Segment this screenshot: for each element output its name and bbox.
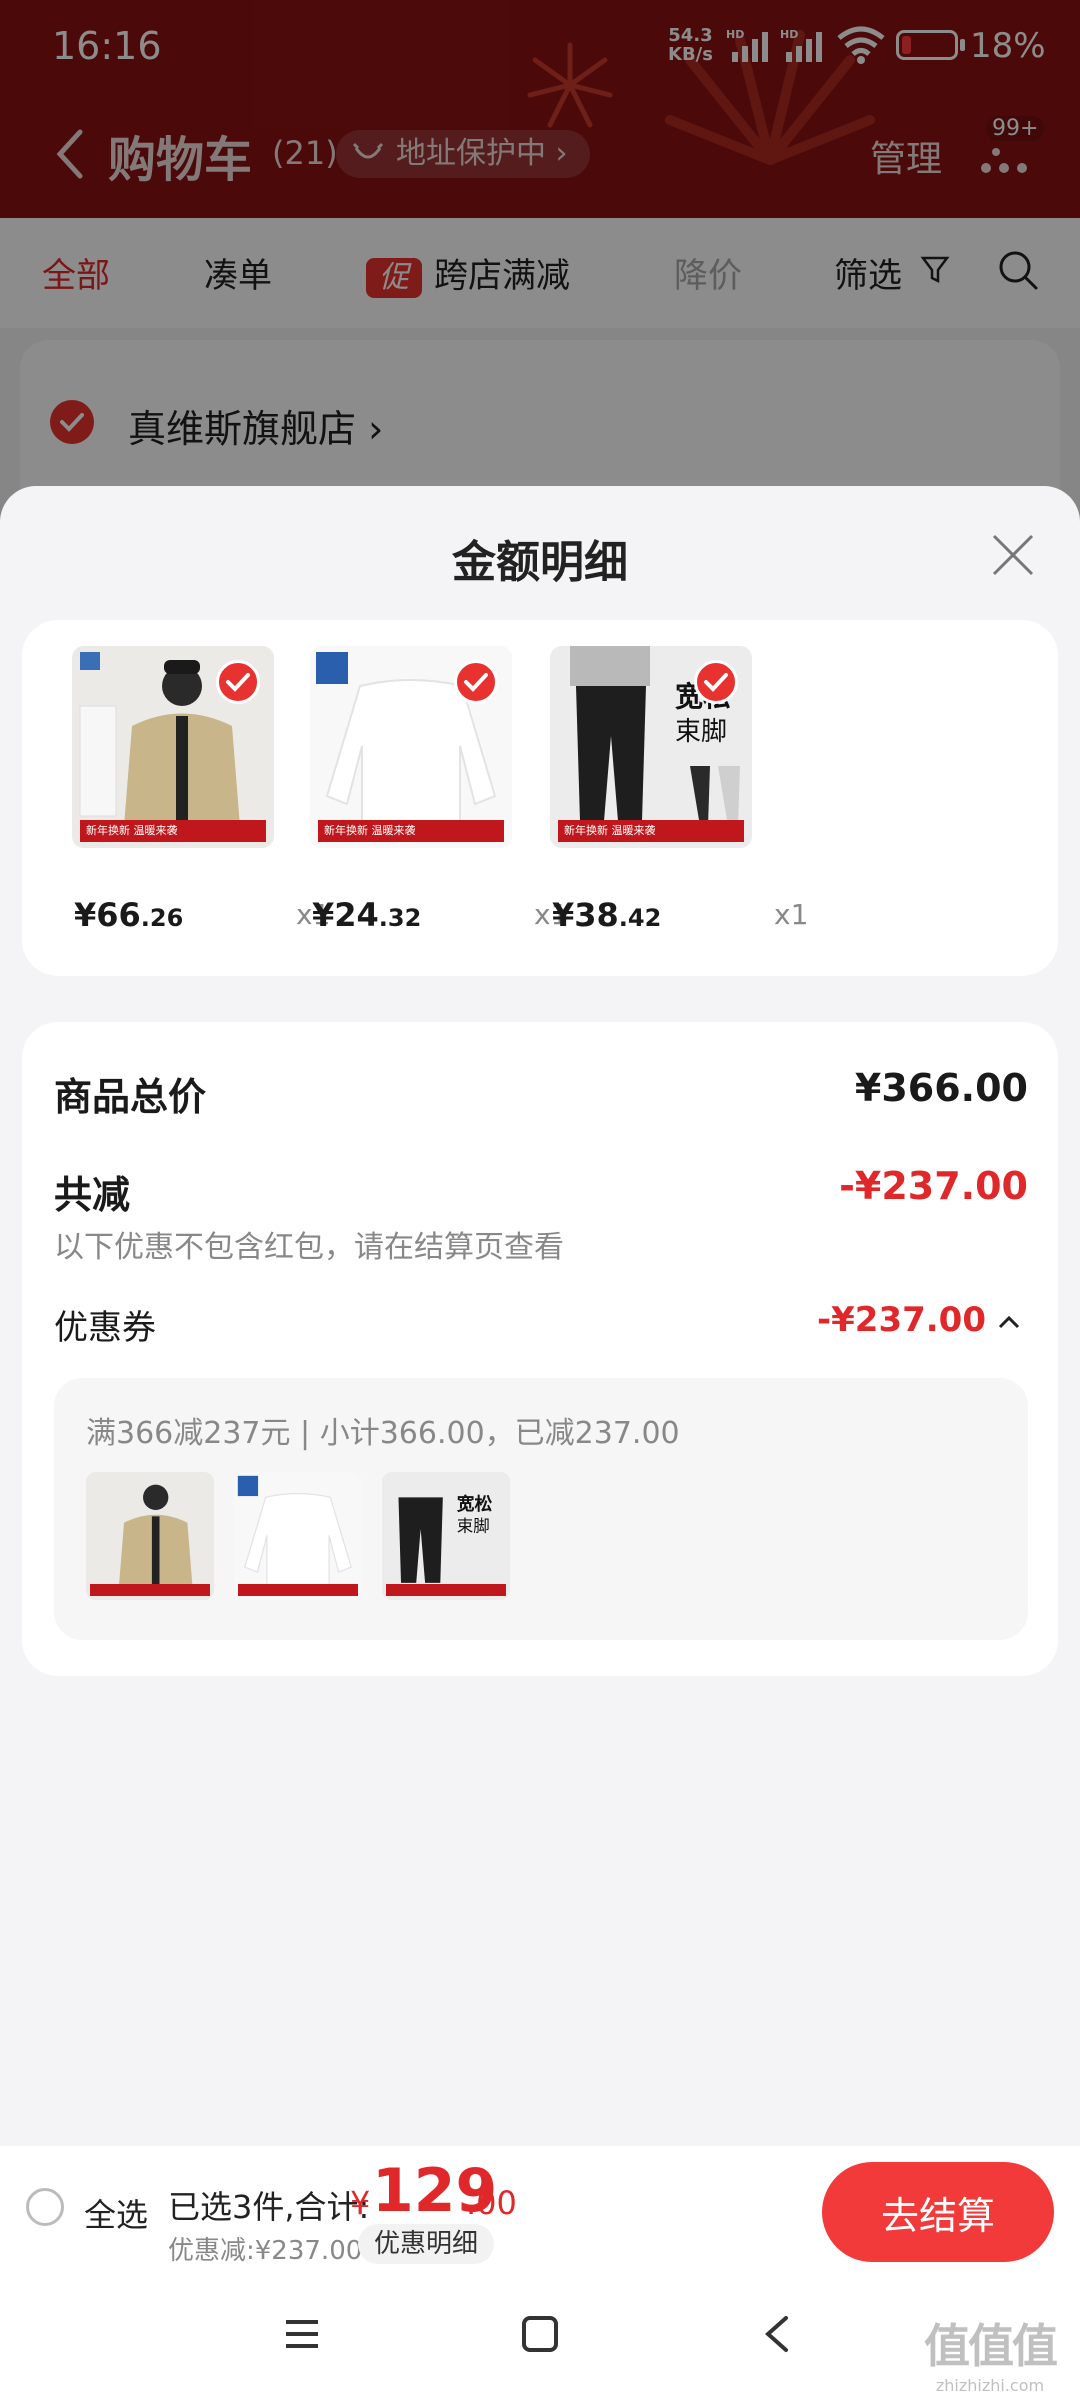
price-int: ¥24: [312, 896, 379, 934]
coupon-product-thumb: [86, 1472, 214, 1600]
product-check-icon[interactable]: [454, 660, 498, 704]
product-price: ¥24.32: [312, 896, 421, 934]
total-amount-decimal: .00: [466, 2184, 517, 2222]
product-image-jacket: 新年换新 温暖来袭: [72, 646, 274, 848]
thumb-banner: [238, 1584, 358, 1596]
total-price-value: ¥366.00: [854, 1066, 1028, 1110]
price-dec: .42: [618, 904, 662, 932]
chevron-up-icon[interactable]: [996, 1312, 1022, 1332]
total-reduce-value: -¥237.00: [839, 1164, 1028, 1208]
coupon-value[interactable]: -¥237.00: [817, 1300, 986, 1340]
checkout-button[interactable]: 去结算: [822, 2162, 1054, 2262]
total-currency: ¥: [350, 2184, 371, 2222]
pants-image-text: 宽松: [456, 1493, 493, 1515]
reduce-note: 以下优惠不包含红包，请在结算页查看: [54, 1230, 564, 1265]
product-item[interactable]: 新年换新 温暖来袭 ¥66.26 x1: [72, 646, 330, 934]
product-item[interactable]: 宽松 束脚 新年换新 温暖来袭 ¥38.42 x1: [550, 646, 808, 934]
price-dec: .26: [140, 904, 184, 932]
coupon-detail-box: 满366减237元 | 小计366.00，已减237.00 宽松 束脚: [54, 1378, 1028, 1640]
checkout-bar: 全选 已选3件,合计: ¥ 129 .00 优惠减:¥237.00 优惠明细 去…: [0, 2146, 1080, 2270]
selected-summary: 已选3件,合计:: [168, 2188, 370, 2226]
total-reduce-label: 共减: [54, 1173, 131, 1217]
close-icon[interactable]: [990, 532, 1036, 578]
discount-detail-button[interactable]: 优惠明细: [358, 2224, 495, 2264]
thumb-banner: [386, 1584, 506, 1596]
coupon-product-thumb: 宽松 束脚: [382, 1472, 510, 1600]
watermark-logo: 值值值 zhizhizhi.com: [924, 2310, 1058, 2395]
watermark-text: 值值值: [924, 2319, 1058, 2373]
price-dec: .32: [378, 904, 422, 932]
pants-image-text: 束脚: [457, 1517, 490, 1536]
back-icon[interactable]: [758, 2314, 798, 2354]
thumb-banner: [90, 1584, 210, 1596]
amount-detail-sheet: 金额明细 新年换新 温暖来袭 ¥66.26 x1 新年换新 温暖来袭 ¥24.3…: [0, 486, 1080, 2146]
total-price-label: 商品总价: [54, 1075, 207, 1119]
watermark-url: zhizhizhi.com: [935, 2376, 1045, 2395]
product-banner: 新年换新 温暖来袭: [318, 820, 504, 842]
summary-card: 商品总价 ¥366.00 共减 -¥237.00 以下优惠不包含红包，请在结算页…: [22, 1022, 1058, 1676]
select-all-label[interactable]: 全选: [84, 2190, 148, 2236]
price-int: ¥38: [552, 896, 619, 934]
discount-summary: 优惠减:¥237.00: [168, 2236, 363, 2266]
coupon-rule: 满366减237元 | 小计366.00，已减237.00: [86, 1416, 680, 1451]
product-check-icon[interactable]: [216, 660, 260, 704]
product-price: ¥38.42: [552, 896, 661, 934]
product-image-sweatshirt: 新年换新 温暖来袭: [310, 646, 512, 848]
product-price: ¥66.26: [74, 896, 183, 934]
products-card: 新年换新 温暖来袭 ¥66.26 x1 新年换新 温暖来袭 ¥24.32 x1 …: [22, 620, 1058, 976]
product-image-pants: 宽松 束脚 新年换新 温暖来袭: [550, 646, 752, 848]
product-check-icon[interactable]: [694, 660, 738, 704]
product-banner: 新年换新 温暖来袭: [80, 820, 266, 842]
price-int: ¥66: [74, 896, 141, 934]
coupon-label: 优惠券: [54, 1308, 156, 1348]
pants-image-text: 束脚: [675, 717, 727, 747]
sheet-title: 金额明细: [452, 537, 628, 588]
home-icon[interactable]: [520, 2314, 560, 2354]
product-qty: x1: [774, 898, 809, 931]
select-all-radio[interactable]: [26, 2188, 64, 2226]
system-nav-bar: [0, 2270, 1080, 2400]
product-item[interactable]: 新年换新 温暖来袭 ¥24.32 x1: [310, 646, 568, 934]
coupon-product-thumb: [234, 1472, 362, 1600]
menu-icon[interactable]: [282, 2314, 322, 2354]
product-banner: 新年换新 温暖来袭: [558, 820, 744, 842]
